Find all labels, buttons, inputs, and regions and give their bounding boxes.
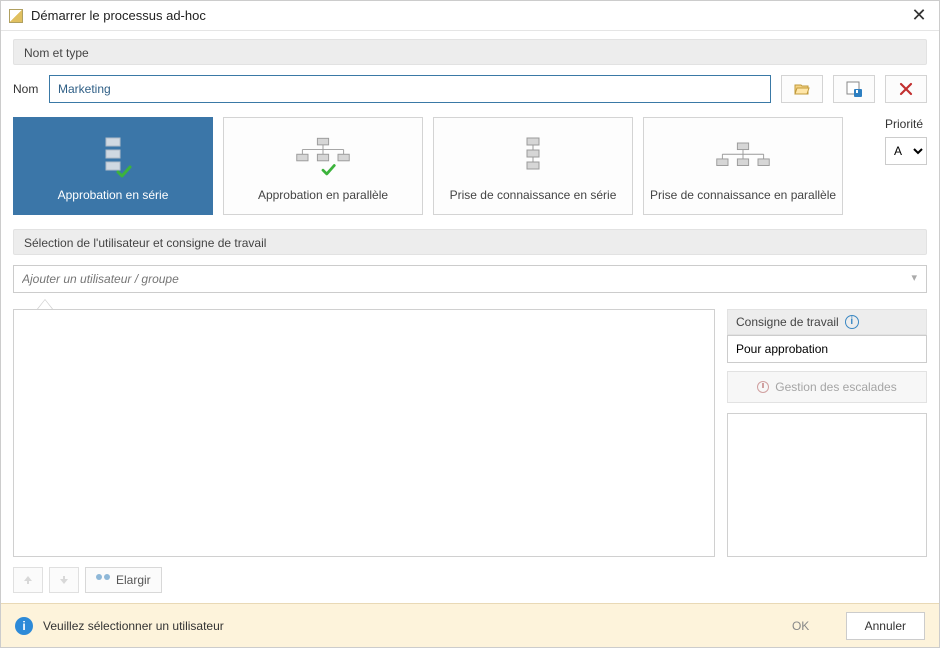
window-title: Démarrer le processus ad-hoc xyxy=(31,8,907,23)
delete-button[interactable] xyxy=(885,75,927,103)
card-serial-notice[interactable]: Prise de connaissance en série xyxy=(433,117,633,215)
clock-icon xyxy=(757,381,769,393)
card-serial-approval-label: Approbation en série xyxy=(58,188,169,202)
section-name-type: Nom et type xyxy=(13,39,927,65)
save-template-button[interactable] xyxy=(833,75,875,103)
card-parallel-notice[interactable]: Prise de connaissance en parallèle xyxy=(643,117,843,215)
arrow-up-icon xyxy=(23,575,33,585)
user-list-panel xyxy=(13,309,715,557)
priority-select[interactable]: A xyxy=(885,137,927,165)
instruction-label: Consigne de travail xyxy=(736,309,839,335)
close-icon[interactable]: ✕ xyxy=(907,4,931,28)
move-down-button xyxy=(49,567,79,593)
footer-message: Veuillez sélectionner un utilisateur xyxy=(43,619,756,633)
people-icon xyxy=(96,574,110,586)
save-icon xyxy=(846,81,862,97)
delete-x-icon xyxy=(899,82,913,96)
folder-open-icon xyxy=(794,81,810,97)
name-input[interactable] xyxy=(49,75,771,103)
footer-info-icon: i xyxy=(15,617,33,635)
section-instruction: Consigne de travail i xyxy=(727,309,927,335)
footer: i Veuillez sélectionner un utilisateur O… xyxy=(1,603,939,647)
card-parallel-approval[interactable]: Approbation en parallèle xyxy=(223,117,423,215)
ok-button: OK xyxy=(766,612,836,640)
instruction-detail-panel xyxy=(727,413,927,557)
move-up-button xyxy=(13,567,43,593)
expand-label: Elargir xyxy=(116,573,151,587)
add-user-input[interactable] xyxy=(13,265,927,293)
arrow-down-icon xyxy=(59,575,69,585)
parallel-notice-icon xyxy=(713,136,773,180)
info-icon[interactable]: i xyxy=(845,315,859,329)
serial-notice-icon xyxy=(503,136,563,180)
parallel-approval-icon xyxy=(293,136,353,180)
section-user-selection: Sélection de l'utilisateur et consigne d… xyxy=(13,229,927,255)
cancel-button[interactable]: Annuler xyxy=(846,612,925,640)
card-serial-notice-label: Prise de connaissance en série xyxy=(450,188,617,202)
escalation-button: Gestion des escalades xyxy=(727,371,927,403)
escalation-label: Gestion des escalades xyxy=(775,380,896,394)
name-label: Nom xyxy=(13,82,39,96)
load-template-button[interactable] xyxy=(781,75,823,103)
expand-button[interactable]: Elargir xyxy=(85,567,162,593)
app-icon xyxy=(9,9,23,23)
instruction-input[interactable] xyxy=(727,335,927,363)
serial-approval-icon xyxy=(83,136,143,180)
card-serial-approval[interactable]: Approbation en série xyxy=(13,117,213,215)
card-parallel-approval-label: Approbation en parallèle xyxy=(258,188,388,202)
card-parallel-notice-label: Prise de connaissance en parallèle xyxy=(650,188,836,202)
priority-label: Priorité xyxy=(885,117,927,131)
titlebar: Démarrer le processus ad-hoc ✕ xyxy=(1,1,939,31)
